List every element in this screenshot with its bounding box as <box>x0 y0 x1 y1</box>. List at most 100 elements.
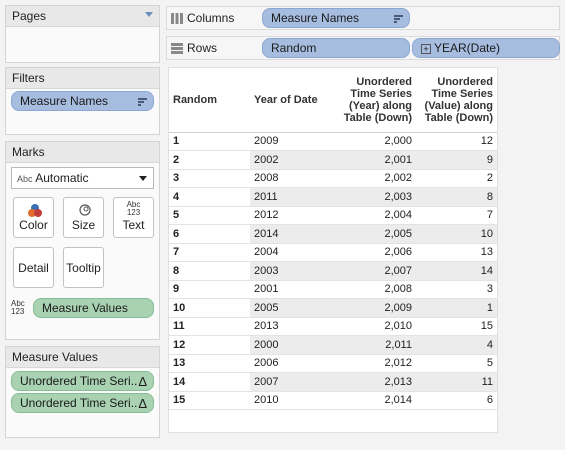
table-row[interactable]: 7 2004 2,006 13 <box>169 243 497 262</box>
cell-series-year[interactable]: 2,012 <box>337 354 416 373</box>
cell-random[interactable]: 5 <box>169 206 250 225</box>
table-row[interactable]: 6 2014 2,005 10 <box>169 224 497 244</box>
mark-type-select[interactable]: Abc Automatic <box>11 167 154 189</box>
cell-random[interactable]: 4 <box>169 187 250 207</box>
cell-year[interactable]: 2004 <box>249 243 338 262</box>
cell-series-year[interactable]: 2,009 <box>337 298 416 318</box>
text-card[interactable]: Abc 123 Text <box>113 197 154 238</box>
cell-random[interactable]: 15 <box>169 391 250 410</box>
cell-random[interactable]: 7 <box>169 243 250 262</box>
measure-value-pill-1[interactable]: Unordered Time Seri.. Δ <box>11 371 154 391</box>
cell-series-year[interactable]: 2,005 <box>337 224 416 244</box>
table-row[interactable]: 12 2000 2,011 4 <box>169 335 497 355</box>
cell-series-year[interactable]: 2,007 <box>337 261 416 281</box>
table-row[interactable]: 9 2001 2,008 3 <box>169 280 497 299</box>
cell-series-year[interactable]: 2,004 <box>337 206 416 225</box>
cell-series-year[interactable]: 2,003 <box>337 187 416 207</box>
cell-series-value[interactable]: 2 <box>415 169 497 188</box>
cell-year[interactable]: 2011 <box>249 187 338 207</box>
cell-year[interactable]: 2010 <box>249 391 338 410</box>
filter-pill-measure-names[interactable]: Measure Names <box>11 91 154 111</box>
cell-series-value[interactable]: 1 <box>415 298 497 318</box>
expand-icon[interactable]: + <box>421 43 431 54</box>
cell-random[interactable]: 1 <box>169 132 250 151</box>
cell-series-value[interactable]: 6 <box>415 391 497 410</box>
table-row[interactable]: 3 2008 2,002 2 <box>169 169 497 188</box>
cell-year[interactable]: 2014 <box>249 224 338 244</box>
cell-series-value[interactable]: 4 <box>415 335 497 355</box>
cell-series-value[interactable]: 10 <box>415 224 497 244</box>
cell-year[interactable]: 2006 <box>249 354 338 373</box>
table-row[interactable]: 1 2009 2,000 12 <box>169 132 497 151</box>
cell-random[interactable]: 14 <box>169 372 250 392</box>
data-table: Random Year of Date Unordered Time Serie… <box>169 68 497 410</box>
cell-random[interactable]: 11 <box>169 317 250 336</box>
measure-values-pill[interactable]: Measure Values <box>33 298 154 318</box>
detail-card[interactable]: Detail <box>13 247 54 288</box>
cell-year[interactable]: 2001 <box>249 280 338 299</box>
cell-series-value[interactable]: 7 <box>415 206 497 225</box>
rows-pill-year-date[interactable]: + YEAR(Date) <box>412 38 560 58</box>
cell-random[interactable]: 3 <box>169 169 250 188</box>
cell-random[interactable]: 9 <box>169 280 250 299</box>
cell-series-year[interactable]: 2,000 <box>337 132 416 151</box>
cell-random[interactable]: 12 <box>169 335 250 355</box>
measure-value-pill-2[interactable]: Unordered Time Seri.. Δ <box>11 393 154 413</box>
table-row[interactable]: 2 2002 2,001 9 <box>169 150 497 170</box>
rows-pill-random[interactable]: Random <box>262 38 410 58</box>
header-time-series-year[interactable]: Unordered Time Series (Year) along Table… <box>337 68 416 133</box>
table-header-row: Random Year of Date Unordered Time Serie… <box>169 68 497 133</box>
columns-pill-measure-names[interactable]: Measure Names <box>262 8 410 28</box>
tooltip-card[interactable]: Tooltip <box>63 247 104 288</box>
cell-random[interactable]: 8 <box>169 261 250 281</box>
cell-series-year[interactable]: 2,002 <box>337 169 416 188</box>
cell-series-value[interactable]: 13 <box>415 243 497 262</box>
cell-series-year[interactable]: 2,011 <box>337 335 416 355</box>
cell-random[interactable]: 13 <box>169 354 250 373</box>
cell-year[interactable]: 2009 <box>249 132 338 151</box>
table-row[interactable]: 14 2007 2,013 11 <box>169 372 497 392</box>
cell-series-value[interactable]: 3 <box>415 280 497 299</box>
table-row[interactable]: 15 2010 2,014 6 <box>169 391 497 410</box>
cell-series-year[interactable]: 2,013 <box>337 372 416 392</box>
cell-series-value[interactable]: 14 <box>415 261 497 281</box>
columns-shelf[interactable]: Columns Measure Names <box>166 6 560 30</box>
cell-series-value[interactable]: 5 <box>415 354 497 373</box>
header-random[interactable]: Random <box>169 68 250 133</box>
cell-series-year[interactable]: 2,014 <box>337 391 416 410</box>
table-row[interactable]: 4 2011 2,003 8 <box>169 187 497 207</box>
cell-year[interactable]: 2007 <box>249 372 338 392</box>
cell-year[interactable]: 2000 <box>249 335 338 355</box>
cell-series-value[interactable]: 12 <box>415 132 497 151</box>
cell-year[interactable]: 2005 <box>249 298 338 318</box>
header-time-series-value[interactable]: Unordered Time Series (Value) along Tabl… <box>415 68 497 133</box>
cell-series-value[interactable]: 15 <box>415 317 497 336</box>
cell-series-year[interactable]: 2,006 <box>337 243 416 262</box>
header-year-of-date[interactable]: Year of Date <box>249 68 338 133</box>
cell-random[interactable]: 6 <box>169 224 250 244</box>
rows-icon <box>171 43 183 55</box>
cell-year[interactable]: 2013 <box>249 317 338 336</box>
color-card[interactable]: Color <box>13 197 54 238</box>
cell-series-year[interactable]: 2,008 <box>337 280 416 299</box>
size-card[interactable]: Size <box>63 197 104 238</box>
cell-year[interactable]: 2008 <box>249 169 338 188</box>
cell-series-year[interactable]: 2,001 <box>337 150 416 170</box>
cell-year[interactable]: 2012 <box>249 206 338 225</box>
cell-series-value[interactable]: 9 <box>415 150 497 170</box>
table-row[interactable]: 10 2005 2,009 1 <box>169 298 497 318</box>
cell-random[interactable]: 10 <box>169 298 250 318</box>
table-row[interactable]: 11 2013 2,010 15 <box>169 317 497 336</box>
columns-label: Columns <box>187 11 235 25</box>
table-row[interactable]: 5 2012 2,004 7 <box>169 206 497 225</box>
cell-year[interactable]: 2003 <box>249 261 338 281</box>
cell-series-value[interactable]: 8 <box>415 187 497 207</box>
table-row[interactable]: 8 2003 2,007 14 <box>169 261 497 281</box>
cell-year[interactable]: 2002 <box>249 150 338 170</box>
cell-series-value[interactable]: 11 <box>415 372 497 392</box>
cell-random[interactable]: 2 <box>169 150 250 170</box>
cell-series-year[interactable]: 2,010 <box>337 317 416 336</box>
pages-menu-icon[interactable] <box>145 12 153 17</box>
rows-shelf[interactable]: Rows Random + YEAR(Date) <box>166 36 560 60</box>
table-row[interactable]: 13 2006 2,012 5 <box>169 354 497 373</box>
